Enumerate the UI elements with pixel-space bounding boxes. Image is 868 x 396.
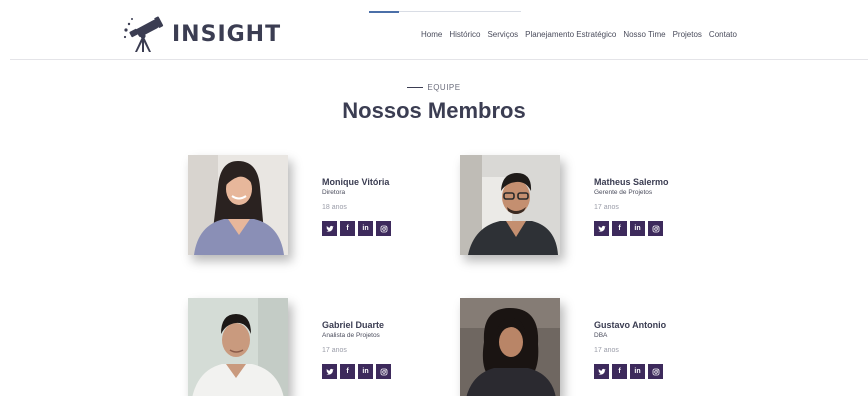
section-eyebrow: EQUIPE bbox=[0, 83, 868, 92]
member-info: Monique Vitória Diretora 18 anos f in bbox=[322, 177, 442, 236]
telescope-icon bbox=[123, 16, 164, 52]
instagram-button[interactable] bbox=[376, 221, 391, 236]
facebook-button[interactable]: f bbox=[612, 364, 627, 379]
site-header: INSIGHT Home Histórico Serviços Planejam… bbox=[0, 0, 868, 62]
facebook-button[interactable]: f bbox=[340, 364, 355, 379]
member-info: Gustavo Antonio DBA 17 anos f in bbox=[594, 320, 714, 379]
linkedin-icon: in bbox=[362, 225, 369, 232]
instagram-icon bbox=[380, 225, 387, 232]
facebook-icon: f bbox=[618, 225, 621, 232]
main-nav: Home Histórico Serviços Planejamento Est… bbox=[421, 30, 744, 39]
eyebrow-dash bbox=[407, 87, 424, 89]
nav-servicos[interactable]: Serviços bbox=[487, 30, 518, 39]
member-card: Monique Vitória Diretora 18 anos f in bbox=[188, 155, 428, 265]
member-card: Gabriel Duarte Analista de Projetos 17 a… bbox=[188, 298, 428, 396]
twitter-button[interactable] bbox=[322, 364, 337, 379]
linkedin-button[interactable]: in bbox=[358, 364, 373, 379]
nav-planejamento[interactable]: Planejamento Estratégico bbox=[525, 30, 616, 39]
header-divider bbox=[10, 59, 868, 60]
member-card: Matheus Salermo Gerente de Projetos 17 a… bbox=[460, 155, 700, 265]
twitter-button[interactable] bbox=[594, 221, 609, 236]
nav-contato[interactable]: Contato bbox=[709, 30, 737, 39]
linkedin-icon: in bbox=[634, 368, 641, 375]
nav-home[interactable]: Home bbox=[421, 30, 442, 39]
social-links: f in bbox=[322, 221, 442, 236]
social-links: f in bbox=[322, 364, 442, 379]
member-name: Monique Vitória bbox=[322, 177, 390, 187]
member-age: 18 anos bbox=[322, 204, 347, 211]
twitter-button[interactable] bbox=[322, 221, 337, 236]
member-photo bbox=[188, 298, 288, 396]
twitter-icon bbox=[597, 225, 606, 232]
member-role: Analista de Projetos bbox=[322, 332, 380, 339]
member-card: Gustavo Antonio DBA 17 anos f in bbox=[460, 298, 700, 396]
member-info: Matheus Salermo Gerente de Projetos 17 a… bbox=[594, 177, 714, 236]
member-age: 17 anos bbox=[594, 347, 619, 354]
section-title: Nossos Membros bbox=[342, 98, 526, 123]
twitter-button[interactable] bbox=[594, 364, 609, 379]
brand-name: INSIGHT bbox=[172, 21, 282, 47]
member-info: Gabriel Duarte Analista de Projetos 17 a… bbox=[322, 320, 442, 379]
linkedin-button[interactable]: in bbox=[630, 221, 645, 236]
twitter-icon bbox=[597, 368, 606, 375]
instagram-icon bbox=[380, 368, 387, 375]
facebook-icon: f bbox=[618, 368, 621, 375]
brand-logo[interactable]: INSIGHT bbox=[122, 14, 281, 54]
instagram-icon bbox=[652, 368, 659, 375]
member-photo bbox=[460, 298, 560, 396]
instagram-button[interactable] bbox=[648, 364, 663, 379]
linkedin-icon: in bbox=[362, 368, 369, 375]
linkedin-button[interactable]: in bbox=[630, 364, 645, 379]
social-links: f in bbox=[594, 221, 714, 236]
instagram-button[interactable] bbox=[376, 364, 391, 379]
member-photo bbox=[460, 155, 560, 255]
header-accent-highlight bbox=[369, 11, 399, 13]
member-name: Gustavo Antonio bbox=[594, 320, 667, 330]
facebook-icon: f bbox=[346, 225, 349, 232]
nav-nosso-time[interactable]: Nosso Time bbox=[623, 30, 665, 39]
member-age: 17 anos bbox=[594, 204, 619, 211]
facebook-button[interactable]: f bbox=[340, 221, 355, 236]
linkedin-icon: in bbox=[634, 225, 641, 232]
member-name: Matheus Salermo bbox=[594, 177, 669, 187]
instagram-button[interactable] bbox=[648, 221, 663, 236]
social-links: f in bbox=[594, 364, 714, 379]
instagram-icon bbox=[652, 225, 659, 232]
facebook-button[interactable]: f bbox=[612, 221, 627, 236]
twitter-icon bbox=[325, 225, 334, 232]
nav-historico[interactable]: Histórico bbox=[449, 30, 480, 39]
member-role: Diretora bbox=[322, 189, 346, 196]
member-age: 17 anos bbox=[322, 347, 347, 354]
member-photo bbox=[188, 155, 288, 255]
member-name: Gabriel Duarte bbox=[322, 320, 385, 330]
twitter-icon bbox=[325, 368, 334, 375]
member-role: Gerente de Projetos bbox=[594, 189, 653, 196]
nav-projetos[interactable]: Projetos bbox=[673, 30, 702, 39]
linkedin-button[interactable]: in bbox=[358, 221, 373, 236]
facebook-icon: f bbox=[346, 368, 349, 375]
eyebrow-text: EQUIPE bbox=[427, 83, 461, 92]
member-role: DBA bbox=[594, 332, 608, 339]
